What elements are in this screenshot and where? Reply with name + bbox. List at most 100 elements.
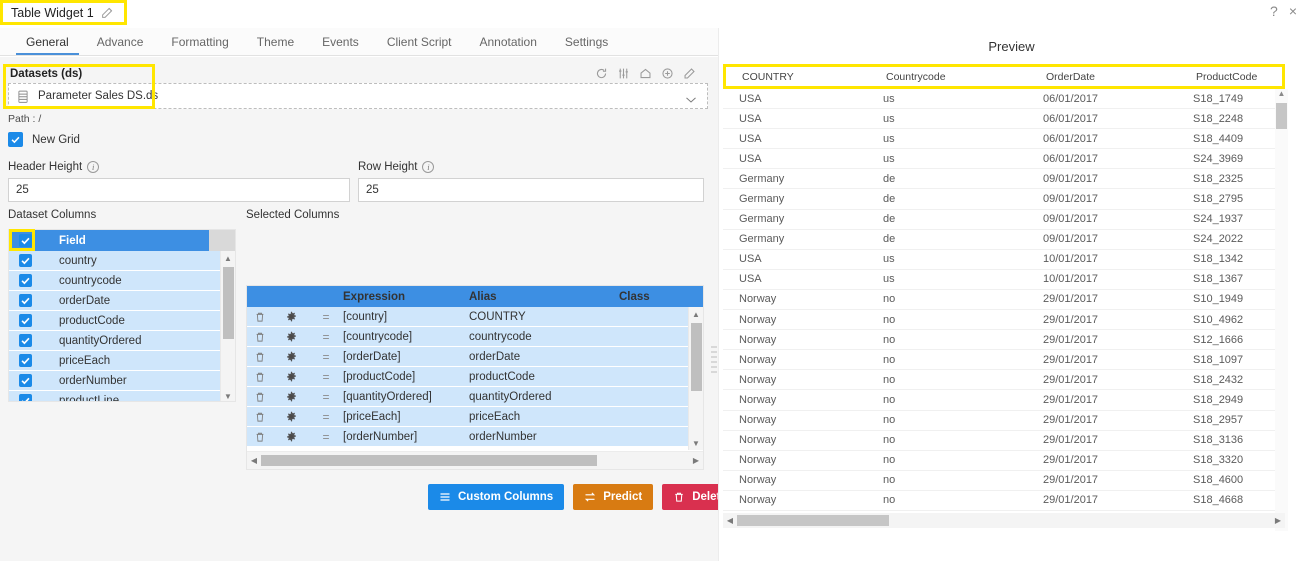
- scroll-left-arrow[interactable]: ◀: [247, 456, 261, 465]
- selected-column-row[interactable]: =[orderNumber]orderNumber: [247, 427, 688, 447]
- dataset-column-row[interactable]: quantityOrdered: [9, 331, 235, 351]
- settings-gear-icon[interactable]: [273, 351, 309, 362]
- settings-gear-icon[interactable]: [273, 431, 309, 442]
- table-row[interactable]: Norwayno29/01/2017S18_3136: [723, 431, 1285, 451]
- settings-gear-icon[interactable]: [273, 331, 309, 342]
- help-icon[interactable]: ?: [1270, 4, 1278, 18]
- scroll-up-arrow[interactable]: ▲: [1275, 89, 1288, 101]
- table-row[interactable]: USAus06/01/2017S18_4409: [723, 129, 1285, 149]
- new-grid-row[interactable]: New Grid: [8, 132, 80, 147]
- home-icon[interactable]: [639, 67, 652, 80]
- table-row[interactable]: Norwayno29/01/2017S18_1097: [723, 350, 1285, 370]
- settings-gear-icon[interactable]: [273, 411, 309, 422]
- table-row[interactable]: USAus10/01/2017S18_1367: [723, 270, 1285, 290]
- tab-client-script[interactable]: Client Script: [373, 28, 466, 55]
- tab-general[interactable]: General: [12, 28, 83, 55]
- tab-annotation[interactable]: Annotation: [466, 28, 551, 55]
- table-row[interactable]: Norwayno29/01/2017S18_4668: [723, 491, 1285, 511]
- column-checkbox[interactable]: [9, 374, 41, 387]
- delete-trash-icon[interactable]: [247, 351, 273, 363]
- tab-settings[interactable]: Settings: [551, 28, 622, 55]
- selected-columns-scrollbar[interactable]: ▲ ▼: [688, 307, 703, 450]
- table-row[interactable]: Norwayno29/01/2017S12_1666: [723, 330, 1285, 350]
- predict-button[interactable]: Predict: [573, 484, 653, 510]
- panel-splitter-handle[interactable]: [710, 342, 718, 376]
- info-icon[interactable]: i: [422, 161, 434, 173]
- table-row[interactable]: USAus06/01/2017S18_2248: [723, 109, 1285, 129]
- selected-column-row[interactable]: =[productCode]productCode: [247, 367, 688, 387]
- scroll-down-arrow[interactable]: ▼: [689, 436, 703, 450]
- edit-pencil-icon[interactable]: [683, 67, 696, 80]
- hscroll-track[interactable]: [261, 455, 689, 466]
- selected-column-row[interactable]: =[country]COUNTRY: [247, 307, 688, 327]
- table-row[interactable]: Germanyde09/01/2017S24_2022: [723, 230, 1285, 250]
- scrollbar-thumb[interactable]: [223, 267, 234, 339]
- dataset-select[interactable]: Parameter Sales DS.ds: [8, 83, 708, 109]
- table-row[interactable]: Norwayno29/01/2017S18_2432: [723, 370, 1285, 390]
- delete-trash-icon[interactable]: [247, 331, 273, 343]
- delete-trash-icon[interactable]: [247, 371, 273, 383]
- table-row[interactable]: Norwayno29/01/2017S10_1949: [723, 290, 1285, 310]
- custom-columns-button[interactable]: Custom Columns: [428, 484, 564, 510]
- hscroll-track[interactable]: [737, 515, 1271, 526]
- drag-handle-icon[interactable]: =: [309, 410, 343, 424]
- filter-settings-icon[interactable]: [617, 67, 630, 80]
- preview-hscrollbar[interactable]: ◀ ▶: [723, 513, 1285, 528]
- info-icon[interactable]: i: [87, 161, 99, 173]
- select-all-checkbox[interactable]: [9, 234, 41, 247]
- column-checkbox[interactable]: [9, 394, 41, 402]
- drag-handle-icon[interactable]: =: [309, 430, 343, 444]
- column-checkbox[interactable]: [9, 294, 41, 307]
- scroll-down-arrow[interactable]: ▼: [221, 389, 235, 402]
- scroll-right-arrow[interactable]: ▶: [1271, 516, 1285, 525]
- scroll-left-arrow[interactable]: ◀: [723, 516, 737, 525]
- scroll-up-arrow[interactable]: ▲: [689, 307, 703, 321]
- table-row[interactable]: Norwayno29/01/2017S18_2957: [723, 411, 1285, 431]
- table-row[interactable]: Germanyde09/01/2017S18_2795: [723, 189, 1285, 209]
- tab-advance[interactable]: Advance: [83, 28, 158, 55]
- hscroll-thumb[interactable]: [261, 455, 597, 466]
- header-height-input[interactable]: [8, 178, 350, 202]
- row-height-input[interactable]: [358, 178, 704, 202]
- dataset-column-row[interactable]: productCode: [9, 311, 235, 331]
- close-icon[interactable]: ×: [1289, 4, 1297, 18]
- settings-gear-icon[interactable]: [273, 311, 309, 322]
- selected-columns-hscrollbar[interactable]: ◀ ▶: [247, 451, 703, 469]
- selected-column-row[interactable]: =[priceEach]priceEach: [247, 407, 688, 427]
- chevron-down-icon[interactable]: [685, 92, 697, 100]
- selected-column-row[interactable]: =[quantityOrdered]quantityOrdered: [247, 387, 688, 407]
- tab-theme[interactable]: Theme: [243, 28, 308, 55]
- dataset-column-row[interactable]: productLine: [9, 391, 235, 402]
- hscroll-thumb[interactable]: [737, 515, 889, 526]
- scroll-up-arrow[interactable]: ▲: [221, 251, 235, 265]
- table-row[interactable]: Norwayno29/01/2017S18_2949: [723, 390, 1285, 410]
- column-checkbox[interactable]: [9, 334, 41, 347]
- dataset-column-row[interactable]: orderNumber: [9, 371, 235, 391]
- table-row[interactable]: USAus06/01/2017S24_3969: [723, 149, 1285, 169]
- drag-handle-icon[interactable]: =: [309, 330, 343, 344]
- scroll-right-arrow[interactable]: ▶: [689, 456, 703, 465]
- dataset-column-row[interactable]: country: [9, 251, 235, 271]
- pencil-edit-icon[interactable]: [101, 6, 114, 19]
- refresh-icon[interactable]: [595, 67, 608, 80]
- drag-handle-icon[interactable]: =: [309, 310, 343, 324]
- scrollbar-thumb[interactable]: [691, 323, 702, 391]
- dataset-column-row[interactable]: priceEach: [9, 351, 235, 371]
- drag-handle-icon[interactable]: =: [309, 370, 343, 384]
- dataset-column-row[interactable]: orderDate: [9, 291, 235, 311]
- table-row[interactable]: USAus10/01/2017S18_1342: [723, 250, 1285, 270]
- drag-handle-icon[interactable]: =: [309, 350, 343, 364]
- dataset-column-row[interactable]: countrycode: [9, 271, 235, 291]
- dataset-columns-scrollbar[interactable]: ▲ ▼: [220, 251, 235, 402]
- table-row[interactable]: Norwayno29/01/2017S18_4600: [723, 471, 1285, 491]
- tab-events[interactable]: Events: [308, 28, 373, 55]
- delete-trash-icon[interactable]: [247, 431, 273, 443]
- table-row[interactable]: Germanyde09/01/2017S18_2325: [723, 169, 1285, 189]
- drag-handle-icon[interactable]: =: [309, 390, 343, 404]
- table-row[interactable]: Norwayno29/01/2017S10_4962: [723, 310, 1285, 330]
- delete-trash-icon[interactable]: [247, 391, 273, 403]
- settings-gear-icon[interactable]: [273, 391, 309, 402]
- add-circle-icon[interactable]: [661, 67, 674, 80]
- settings-gear-icon[interactable]: [273, 371, 309, 382]
- table-row[interactable]: Germanyde09/01/2017S24_1937: [723, 210, 1285, 230]
